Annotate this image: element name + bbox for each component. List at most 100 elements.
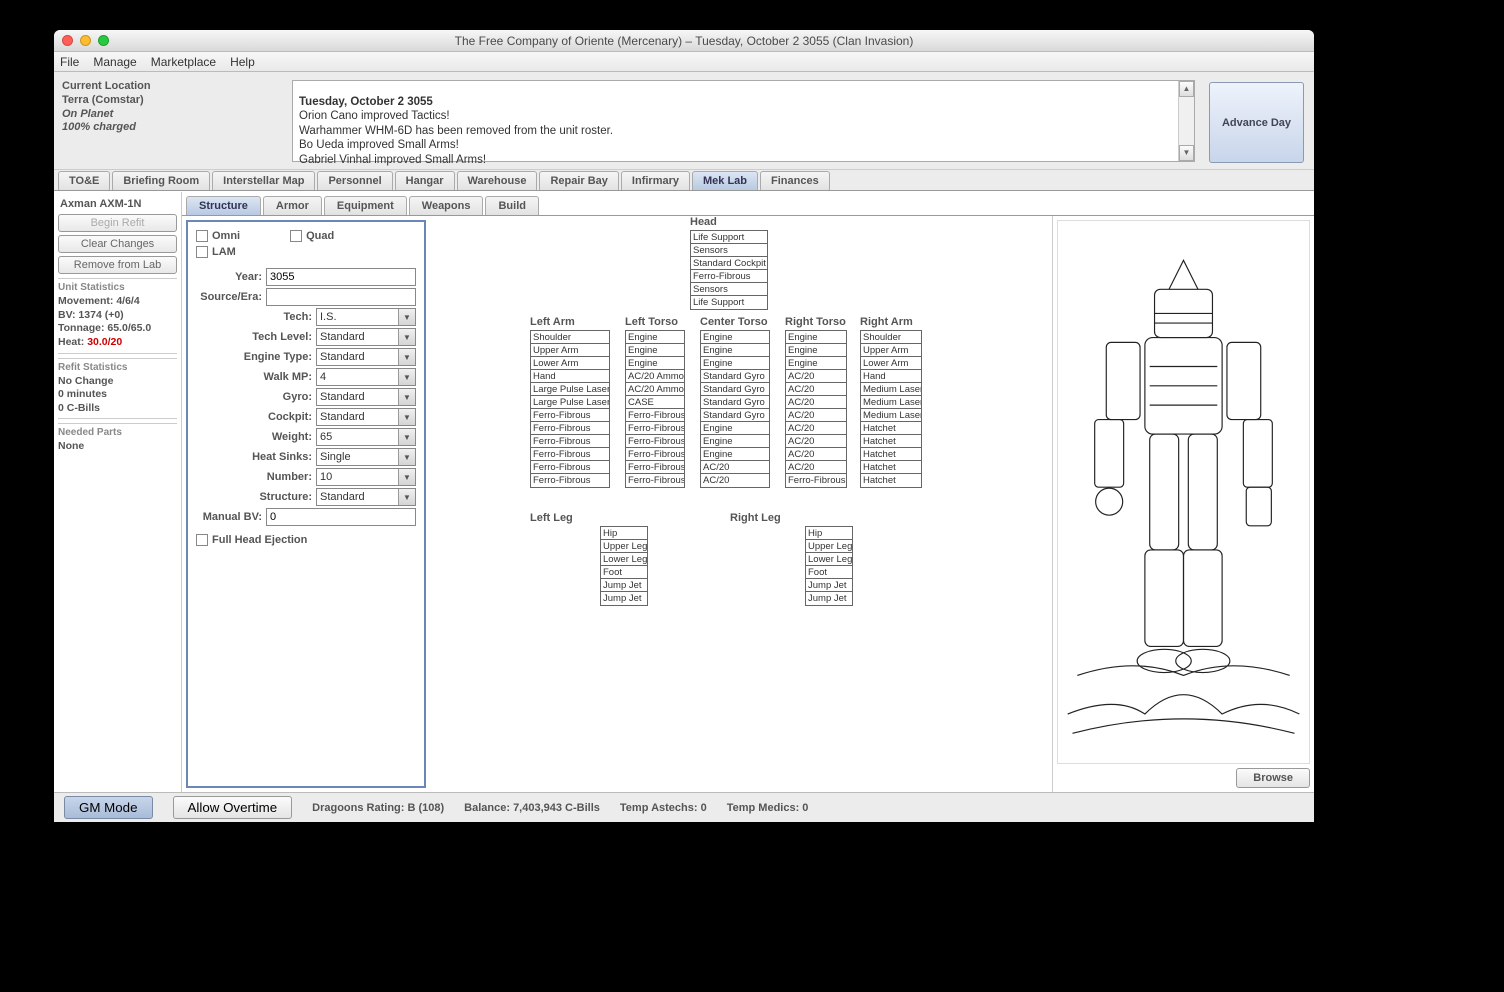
crit-slot[interactable]: AC/20: [786, 409, 846, 422]
source-input[interactable]: [266, 288, 416, 306]
subtab-armor[interactable]: Armor: [263, 196, 322, 215]
tab-personnel[interactable]: Personnel: [317, 171, 392, 190]
crit-slot[interactable]: Hand: [531, 370, 609, 383]
subtab-equipment[interactable]: Equipment: [324, 196, 407, 215]
crit-slot[interactable]: Sensors: [691, 244, 767, 257]
walk-select[interactable]: 4▼: [316, 368, 416, 386]
crit-slot[interactable]: Sensors: [691, 283, 767, 296]
menu-marketplace[interactable]: Marketplace: [151, 55, 216, 69]
subtab-weapons[interactable]: Weapons: [409, 196, 484, 215]
crit-slot[interactable]: AC/20: [786, 383, 846, 396]
year-input[interactable]: [266, 268, 416, 286]
crit-slot[interactable]: Shoulder: [861, 331, 921, 344]
crit-slot[interactable]: AC/20: [701, 461, 769, 474]
number-select[interactable]: 10▼: [316, 468, 416, 486]
crit-slot[interactable]: Jump Jet: [601, 579, 647, 592]
crit-slot[interactable]: Ferro-Fibrous: [626, 435, 684, 448]
crit-slot[interactable]: Hip: [601, 527, 647, 540]
clear-changes-button[interactable]: Clear Changes: [58, 235, 177, 253]
crit-slot[interactable]: Lower Arm: [531, 357, 609, 370]
structure-select[interactable]: Standard▼: [316, 488, 416, 506]
crit-slot[interactable]: Ferro-Fibrous: [626, 474, 684, 487]
crit-slot[interactable]: Lower Arm: [861, 357, 921, 370]
crit-slot[interactable]: Engine: [701, 435, 769, 448]
crit-slot[interactable]: AC/20 Ammo: [626, 383, 684, 396]
techlevel-select[interactable]: Standard▼: [316, 328, 416, 346]
crit-slot[interactable]: Large Pulse Laser: [531, 396, 609, 409]
crit-slot[interactable]: Engine: [701, 422, 769, 435]
crit-slot[interactable]: AC/20: [786, 448, 846, 461]
crit-slot[interactable]: Hatchet: [861, 422, 921, 435]
gyro-select[interactable]: Standard▼: [316, 388, 416, 406]
crit-slot[interactable]: Foot: [601, 566, 647, 579]
crit-slot[interactable]: Upper Leg: [601, 540, 647, 553]
crit-slot[interactable]: Medium Laser: [861, 383, 921, 396]
tab-briefing[interactable]: Briefing Room: [112, 171, 210, 190]
crit-slot[interactable]: Ferro-Fibrous: [626, 409, 684, 422]
tab-infirmary[interactable]: Infirmary: [621, 171, 690, 190]
crit-slot[interactable]: Engine: [626, 344, 684, 357]
crit-slot[interactable]: AC/20 Ammo: [626, 370, 684, 383]
crit-slot[interactable]: Ferro-Fibrous: [531, 448, 609, 461]
crit-slot[interactable]: Upper Arm: [531, 344, 609, 357]
crit-slot[interactable]: Ferro-Fibrous: [531, 461, 609, 474]
crit-slot[interactable]: Upper Leg: [806, 540, 852, 553]
crit-slot[interactable]: Engine: [701, 357, 769, 370]
tab-repair[interactable]: Repair Bay: [539, 171, 618, 190]
crit-slot[interactable]: Jump Jet: [601, 592, 647, 605]
lam-checkbox[interactable]: [196, 246, 208, 258]
crit-slot[interactable]: Upper Arm: [861, 344, 921, 357]
weight-select[interactable]: 65▼: [316, 428, 416, 446]
crit-slot[interactable]: Standard Gyro: [701, 409, 769, 422]
crit-slot[interactable]: Engine: [786, 344, 846, 357]
crit-slot[interactable]: Lower Leg: [601, 553, 647, 566]
crit-slot[interactable]: Engine: [701, 331, 769, 344]
crit-slot[interactable]: Large Pulse Laser: [531, 383, 609, 396]
crit-slot[interactable]: AC/20: [786, 461, 846, 474]
crit-slot[interactable]: Standard Gyro: [701, 383, 769, 396]
menu-help[interactable]: Help: [230, 55, 255, 69]
crit-slot[interactable]: Ferro-Fibrous: [626, 422, 684, 435]
crit-slot[interactable]: Ferro-Fibrous: [691, 270, 767, 283]
crit-slot[interactable]: Hand: [861, 370, 921, 383]
subtab-structure[interactable]: Structure: [186, 196, 261, 215]
crit-slot[interactable]: AC/20: [786, 396, 846, 409]
crit-slot[interactable]: Engine: [626, 331, 684, 344]
menu-manage[interactable]: Manage: [93, 55, 136, 69]
browse-button[interactable]: Browse: [1236, 768, 1310, 788]
crit-slot[interactable]: Ferro-Fibrous: [531, 422, 609, 435]
crit-slot[interactable]: Medium Laser: [861, 409, 921, 422]
fullheadejection-checkbox[interactable]: [196, 534, 208, 546]
crit-slot[interactable]: Lower Leg: [806, 553, 852, 566]
crit-slot[interactable]: Jump Jet: [806, 592, 852, 605]
crit-slot[interactable]: Standard Gyro: [701, 396, 769, 409]
crit-slot[interactable]: Ferro-Fibrous: [626, 461, 684, 474]
menu-file[interactable]: File: [60, 55, 79, 69]
engine-select[interactable]: Standard▼: [316, 348, 416, 366]
tab-meklab[interactable]: Mek Lab: [692, 171, 758, 190]
crit-slot[interactable]: Shoulder: [531, 331, 609, 344]
crit-slot[interactable]: Foot: [806, 566, 852, 579]
crit-slot[interactable]: Hip: [806, 527, 852, 540]
crit-slot[interactable]: Jump Jet: [806, 579, 852, 592]
crit-slot[interactable]: AC/20: [786, 422, 846, 435]
gm-mode-button[interactable]: GM Mode: [64, 796, 153, 819]
subtab-build[interactable]: Build: [485, 196, 539, 215]
tab-map[interactable]: Interstellar Map: [212, 171, 315, 190]
crit-slot[interactable]: Standard Cockpit: [691, 257, 767, 270]
crit-slot[interactable]: CASE: [626, 396, 684, 409]
crit-slot[interactable]: Ferro-Fibrous: [531, 474, 609, 487]
tech-select[interactable]: I.S.▼: [316, 308, 416, 326]
crit-slot[interactable]: Ferro-Fibrous: [531, 409, 609, 422]
crit-slot[interactable]: Life Support: [691, 231, 767, 244]
tab-finances[interactable]: Finances: [760, 171, 830, 190]
crit-slot[interactable]: Hatchet: [861, 461, 921, 474]
tab-hangar[interactable]: Hangar: [395, 171, 455, 190]
crit-slot[interactable]: Medium Laser: [861, 396, 921, 409]
crit-slot[interactable]: Engine: [701, 344, 769, 357]
crit-slot[interactable]: Ferro-Fibrous: [531, 435, 609, 448]
crit-slot[interactable]: Engine: [626, 357, 684, 370]
crit-slot[interactable]: Engine: [701, 448, 769, 461]
crit-slot[interactable]: Hatchet: [861, 474, 921, 487]
crit-slot[interactable]: Engine: [786, 331, 846, 344]
